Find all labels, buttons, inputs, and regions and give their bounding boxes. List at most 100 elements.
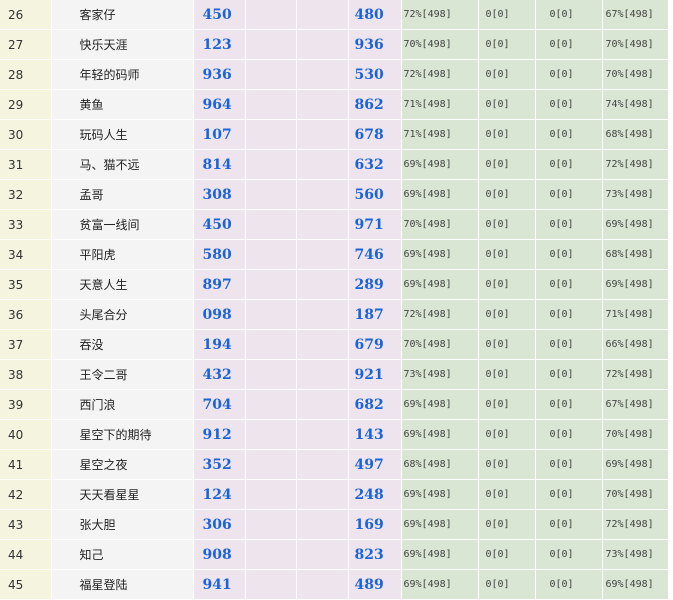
rate2-cell: 0[0] bbox=[478, 269, 536, 300]
rate4-cell: 72%[498] bbox=[602, 509, 669, 540]
empty-cell bbox=[245, 449, 297, 480]
row-end-spacer bbox=[668, 419, 673, 450]
number1-cell: 107 bbox=[193, 119, 246, 150]
rate4-cell: 67%[498] bbox=[602, 0, 669, 30]
table-row: 29 黄鱼 964 862 71%[498] 0[0] 0[0] 74%[498] bbox=[0, 89, 673, 120]
rate1-cell: 72%[498] bbox=[401, 0, 479, 30]
rate1-cell: 71%[498] bbox=[401, 89, 479, 120]
number2-cell: 497 bbox=[348, 449, 402, 480]
rank-cell: 40 bbox=[0, 419, 52, 450]
table-row: 35 天意人生 897 289 69%[498] 0[0] 0[0] 69%[498] bbox=[0, 269, 673, 300]
rate4-cell: 66%[498] bbox=[602, 329, 669, 360]
rate3-cell: 0[0] bbox=[535, 329, 603, 360]
row-end-spacer bbox=[668, 119, 673, 150]
number2-cell: 289 bbox=[348, 269, 402, 300]
rate1-cell: 69%[498] bbox=[401, 179, 479, 210]
rate2-cell: 0[0] bbox=[478, 389, 536, 420]
table-row: 38 王令二哥 432 921 73%[498] 0[0] 0[0] 72%[498] bbox=[0, 359, 673, 390]
table-row: 34 平阳虎 580 746 69%[498] 0[0] 0[0] 68%[498] bbox=[0, 239, 673, 270]
table-row: 28 年轻的码师 936 530 72%[498] 0[0] 0[0] 70%[498] bbox=[0, 59, 673, 90]
empty-cell bbox=[296, 509, 349, 540]
empty-cell bbox=[296, 269, 349, 300]
row-end-spacer bbox=[668, 149, 673, 180]
rate1-cell: 70%[498] bbox=[401, 329, 479, 360]
rank-cell: 26 bbox=[0, 0, 52, 30]
name-cell: 天意人生 bbox=[51, 269, 194, 300]
rate2-cell: 0[0] bbox=[478, 299, 536, 330]
row-end-spacer bbox=[668, 449, 673, 480]
rank-cell: 31 bbox=[0, 149, 52, 180]
row-end-spacer bbox=[668, 359, 673, 390]
empty-cell bbox=[296, 0, 349, 30]
rate2-cell: 0[0] bbox=[478, 509, 536, 540]
rate1-cell: 69%[498] bbox=[401, 269, 479, 300]
rank-cell: 36 bbox=[0, 299, 52, 330]
number1-cell: 450 bbox=[193, 209, 246, 240]
rate1-cell: 69%[498] bbox=[401, 509, 479, 540]
empty-cell bbox=[296, 389, 349, 420]
name-cell: 快乐天涯 bbox=[51, 29, 194, 60]
table-row: 44 知己 908 823 69%[498] 0[0] 0[0] 73%[498] bbox=[0, 539, 673, 570]
table-body: 26 客家仔 450 480 72%[498] 0[0] 0[0] 67%[498] 27 快乐天… bbox=[0, 0, 673, 600]
empty-cell bbox=[245, 0, 297, 30]
rate4-cell: 73%[498] bbox=[602, 179, 669, 210]
number2-cell: 679 bbox=[348, 329, 402, 360]
ranking-table: 26 客家仔 450 480 72%[498] 0[0] 0[0] 67%[498] 27 快乐天… bbox=[0, 0, 673, 600]
rank-cell: 30 bbox=[0, 119, 52, 150]
rate1-cell: 69%[498] bbox=[401, 239, 479, 270]
name-cell: 星空下的期待 bbox=[51, 419, 194, 450]
empty-cell bbox=[245, 239, 297, 270]
rate2-cell: 0[0] bbox=[478, 479, 536, 510]
empty-cell bbox=[296, 359, 349, 390]
name-cell: 平阳虎 bbox=[51, 239, 194, 270]
number1-cell: 941 bbox=[193, 569, 246, 600]
number2-cell: 746 bbox=[348, 239, 402, 270]
empty-cell bbox=[245, 509, 297, 540]
empty-cell bbox=[296, 479, 349, 510]
empty-cell bbox=[296, 29, 349, 60]
row-end-spacer bbox=[668, 0, 673, 30]
empty-cell bbox=[245, 299, 297, 330]
number1-cell: 814 bbox=[193, 149, 246, 180]
rate2-cell: 0[0] bbox=[478, 209, 536, 240]
table-row: 27 快乐天涯 123 936 70%[498] 0[0] 0[0] 70%[498] bbox=[0, 29, 673, 60]
row-end-spacer bbox=[668, 59, 673, 90]
number1-cell: 908 bbox=[193, 539, 246, 570]
rate2-cell: 0[0] bbox=[478, 0, 536, 30]
empty-cell bbox=[296, 59, 349, 90]
number1-cell: 912 bbox=[193, 419, 246, 450]
name-cell: 孟哥 bbox=[51, 179, 194, 210]
rank-cell: 38 bbox=[0, 359, 52, 390]
number1-cell: 194 bbox=[193, 329, 246, 360]
rate4-cell: 68%[498] bbox=[602, 239, 669, 270]
rank-cell: 33 bbox=[0, 209, 52, 240]
rate3-cell: 0[0] bbox=[535, 59, 603, 90]
number2-cell: 936 bbox=[348, 29, 402, 60]
number1-cell: 308 bbox=[193, 179, 246, 210]
name-cell: 黄鱼 bbox=[51, 89, 194, 120]
rate2-cell: 0[0] bbox=[478, 29, 536, 60]
rate2-cell: 0[0] bbox=[478, 149, 536, 180]
empty-cell bbox=[245, 149, 297, 180]
rate4-cell: 70%[498] bbox=[602, 479, 669, 510]
rate1-cell: 73%[498] bbox=[401, 359, 479, 390]
table-row: 33 贫富一线间 450 971 70%[498] 0[0] 0[0] 69%[498] bbox=[0, 209, 673, 240]
empty-cell bbox=[245, 269, 297, 300]
rate1-cell: 71%[498] bbox=[401, 119, 479, 150]
name-cell: 西门浪 bbox=[51, 389, 194, 420]
rate2-cell: 0[0] bbox=[478, 179, 536, 210]
rate3-cell: 0[0] bbox=[535, 299, 603, 330]
rate1-cell: 69%[498] bbox=[401, 539, 479, 570]
rank-cell: 34 bbox=[0, 239, 52, 270]
empty-cell bbox=[296, 119, 349, 150]
rank-cell: 41 bbox=[0, 449, 52, 480]
table-row: 41 星空之夜 352 497 68%[498] 0[0] 0[0] 69%[498] bbox=[0, 449, 673, 480]
number2-cell: 143 bbox=[348, 419, 402, 450]
rank-cell: 28 bbox=[0, 59, 52, 90]
empty-cell bbox=[245, 119, 297, 150]
row-end-spacer bbox=[668, 569, 673, 600]
name-cell: 福星登陆 bbox=[51, 569, 194, 600]
rank-cell: 37 bbox=[0, 329, 52, 360]
rate4-cell: 70%[498] bbox=[602, 59, 669, 90]
table-row: 32 孟哥 308 560 69%[498] 0[0] 0[0] 73%[498] bbox=[0, 179, 673, 210]
